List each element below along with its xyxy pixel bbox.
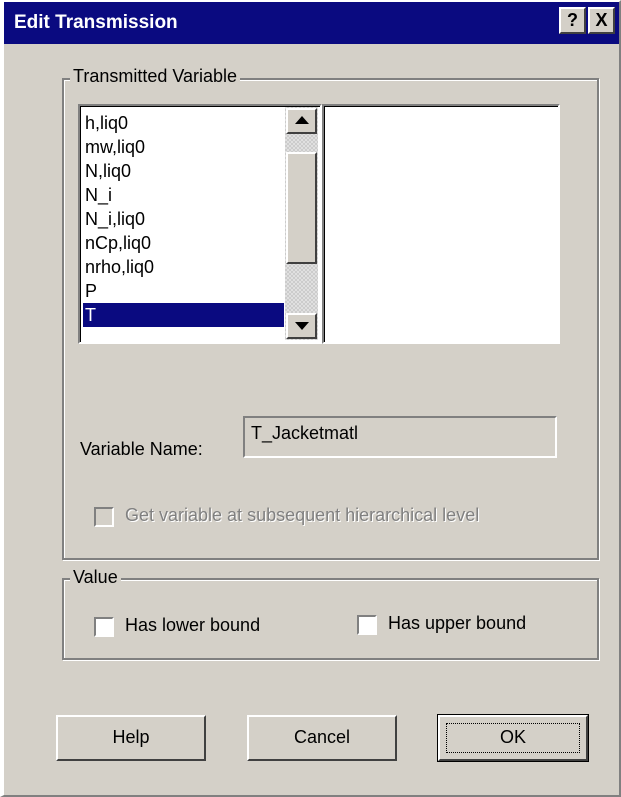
list-item[interactable]: N_i,liq0 — [85, 207, 145, 231]
arrow-down-icon — [295, 322, 309, 330]
subsequent-level-checkbox[interactable] — [94, 507, 114, 527]
variable-detail-pane[interactable] — [322, 104, 560, 344]
variable-list: h,liq0 mw,liq0 N,liq0 N_i N_i,liq0 nCp,l… — [80, 106, 320, 342]
variable-name-field[interactable]: T_Jacketmatl — [243, 416, 557, 458]
list-item[interactable]: nCp,liq0 — [85, 231, 151, 255]
close-button[interactable]: X — [588, 7, 615, 34]
arrow-up-icon — [295, 116, 309, 124]
variable-listbox[interactable]: h,liq0 mw,liq0 N,liq0 N_i N_i,liq0 nCp,l… — [78, 104, 322, 344]
cancel-button[interactable]: Cancel — [247, 715, 397, 761]
lower-bound-label: Has lower bound — [125, 615, 261, 635]
list-item[interactable]: N,liq0 — [85, 159, 131, 183]
close-icon: X — [595, 10, 608, 30]
transmitted-variable-legend: Transmitted Variable — [70, 66, 241, 87]
lower-bound-checkbox[interactable] — [94, 617, 114, 637]
upper-bound-checkbox[interactable] — [357, 615, 377, 635]
scroll-up-button[interactable] — [286, 108, 317, 134]
value-legend: Value — [70, 567, 121, 588]
subsequent-level-label: Get variable at subsequent hierarchical … — [125, 505, 480, 525]
list-item-selected[interactable]: T — [83, 303, 284, 327]
list-item[interactable]: nrho,liq0 — [85, 255, 154, 279]
list-item[interactable]: h,liq0 — [85, 111, 128, 135]
ok-button[interactable]: OK — [437, 714, 589, 762]
list-item[interactable]: mw,liq0 — [85, 135, 145, 159]
list-scrollbar[interactable] — [285, 107, 318, 340]
upper-bound-label: Has upper bound — [388, 613, 527, 633]
focus-rectangle — [446, 723, 580, 753]
variable-name-value: T_Jacketmatl — [251, 423, 359, 443]
list-item[interactable]: P — [85, 279, 97, 303]
window-title: Edit Transmission — [14, 12, 178, 33]
title-bar[interactable]: Edit Transmission ? X — [4, 2, 619, 44]
list-item[interactable]: N_i — [85, 183, 112, 207]
scroll-thumb[interactable] — [286, 152, 317, 264]
scroll-down-button[interactable] — [286, 313, 317, 339]
help-title-button[interactable]: ? — [559, 7, 586, 34]
edit-transmission-dialog: Edit Transmission ? X Transmitted Variab… — [0, 0, 621, 797]
variable-name-label: Variable Name: — [80, 439, 203, 459]
question-mark-icon: ? — [567, 10, 578, 30]
help-button[interactable]: Help — [56, 715, 206, 761]
detail-pane-inner — [324, 106, 558, 342]
